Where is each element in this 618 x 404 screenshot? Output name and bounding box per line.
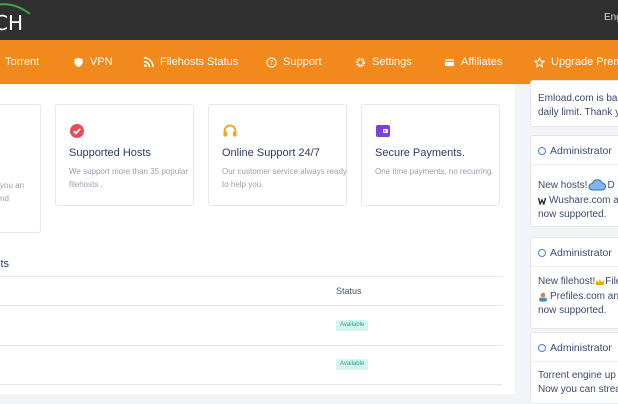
divider: [531, 164, 618, 165]
news-text: New filehost!: [538, 276, 596, 287]
svg-text:?: ?: [270, 58, 274, 66]
status-column-header: Status: [336, 286, 362, 296]
status-badge: Available: [336, 320, 369, 331]
divider: [531, 266, 618, 267]
card-title: Supported Hosts: [69, 147, 151, 159]
card-title: Secure Payments.: [375, 147, 465, 159]
nav-item-label: Upgrade Prem: [551, 56, 618, 68]
news-line: Torrent engine up: [538, 370, 616, 381]
author-avatar-icon: [538, 249, 546, 257]
nav-item-upgrade-premium[interactable]: Upgrade Prem: [534, 40, 618, 84]
card-text-line: nd: [0, 194, 9, 203]
news-sidebar: Emload.com is ba daily limit. Thank y Ad…: [515, 80, 618, 404]
news-line: now supported.: [538, 209, 607, 220]
feature-card-supported-hosts: Supported Hosts We support more than 35 …: [55, 104, 194, 206]
nav-item-label: Support: [283, 56, 322, 68]
table-row-separator: [0, 384, 503, 385]
crown-icon: [596, 278, 605, 285]
divider: [531, 361, 618, 362]
w-logo-icon: [538, 197, 546, 205]
main-nav: Torrent VPN Filehosts Status ? Support S…: [0, 40, 618, 84]
site-logo[interactable]: CH: [0, 2, 36, 36]
author-avatar-icon: [538, 147, 546, 155]
card-title: Online Support 24/7: [222, 147, 320, 159]
language-selector[interactable]: Eng: [604, 12, 618, 23]
gear-icon: [355, 57, 366, 67]
cloud-icon: [588, 179, 607, 191]
section-title: sts: [0, 258, 10, 270]
card-icon: [444, 58, 455, 66]
rss-icon: [143, 56, 154, 67]
news-line: New filehost! File: [538, 276, 618, 287]
feature-card-online-support: Online Support 24/7 Our customer service…: [208, 104, 347, 206]
card-text: We support more than 35 popular filehost…: [69, 167, 189, 189]
card-text: Our customer service always ready to hel…: [222, 167, 347, 189]
news-line: daily limit. Thank y: [538, 107, 618, 118]
main-content: you an nd Supported Hosts We support mor…: [0, 84, 515, 394]
status-badge: Available: [336, 359, 369, 370]
news-line: Now you can strea: [538, 384, 618, 395]
news-line: Prefiles.com an: [538, 291, 618, 302]
wallet-icon: [376, 125, 390, 137]
nav-item-torrent[interactable]: Torrent: [5, 40, 39, 84]
nav-item-settings[interactable]: Settings: [355, 40, 412, 84]
post-author[interactable]: Administrator: [550, 145, 612, 157]
table-row-separator: [0, 345, 503, 346]
shield-icon: [74, 57, 83, 67]
divider: [0, 305, 503, 306]
card-text: One time payments, no recurring.: [375, 167, 494, 176]
news-line: Wushare.com a: [538, 195, 618, 206]
news-card: Administrator New hosts! D Wushare.com a…: [530, 135, 618, 227]
nav-item-filehosts-status[interactable]: Filehosts Status: [143, 40, 238, 84]
post-author[interactable]: Administrator: [550, 342, 612, 354]
post-header: Administrator: [538, 342, 612, 354]
news-line: New hosts! D: [538, 178, 615, 192]
nav-item-affiliates[interactable]: Affiliates: [444, 40, 502, 84]
post-header: Administrator: [538, 145, 612, 157]
news-card: Emload.com is ba daily limit. Thank y: [530, 80, 618, 127]
news-text: New hosts!: [538, 179, 588, 191]
author-avatar-icon: [538, 344, 546, 352]
news-card: Administrator Torrent engine up Now you …: [530, 332, 618, 404]
feature-card-secure-payments: Secure Payments. One time payments, no r…: [361, 104, 500, 206]
card-text-line: you an: [0, 181, 25, 190]
news-text: D: [607, 179, 615, 191]
top-bar: CH Eng: [0, 0, 618, 40]
nav-item-label: VPN: [90, 56, 113, 68]
nav-item-vpn[interactable]: VPN: [73, 40, 113, 84]
news-line: Emload.com is ba: [538, 93, 618, 104]
news-text: Wushare.com a: [549, 195, 618, 206]
person-icon: [539, 292, 547, 302]
news-text: File: [605, 276, 618, 287]
news-text: Prefiles.com an: [550, 291, 618, 302]
divider: [0, 276, 503, 277]
nav-item-support[interactable]: ? Support: [266, 40, 322, 84]
feature-card-partial: you an nd: [0, 104, 41, 233]
question-icon: ?: [266, 56, 277, 68]
svg-text:CH: CH: [0, 11, 23, 35]
nav-item-label: Settings: [372, 56, 412, 68]
nav-item-label: Filehosts Status: [160, 56, 239, 68]
post-header: Administrator: [538, 247, 612, 259]
news-line: now supported.: [538, 305, 607, 316]
nav-item-label: Affiliates: [461, 56, 503, 68]
headset-icon: [223, 124, 237, 137]
star-icon: [534, 56, 545, 68]
post-author[interactable]: Administrator: [550, 247, 612, 259]
news-card: Administrator New filehost! File Prefile…: [530, 237, 618, 329]
check-badge-icon: [70, 124, 84, 138]
nav-item-label: Torrent: [5, 56, 40, 68]
